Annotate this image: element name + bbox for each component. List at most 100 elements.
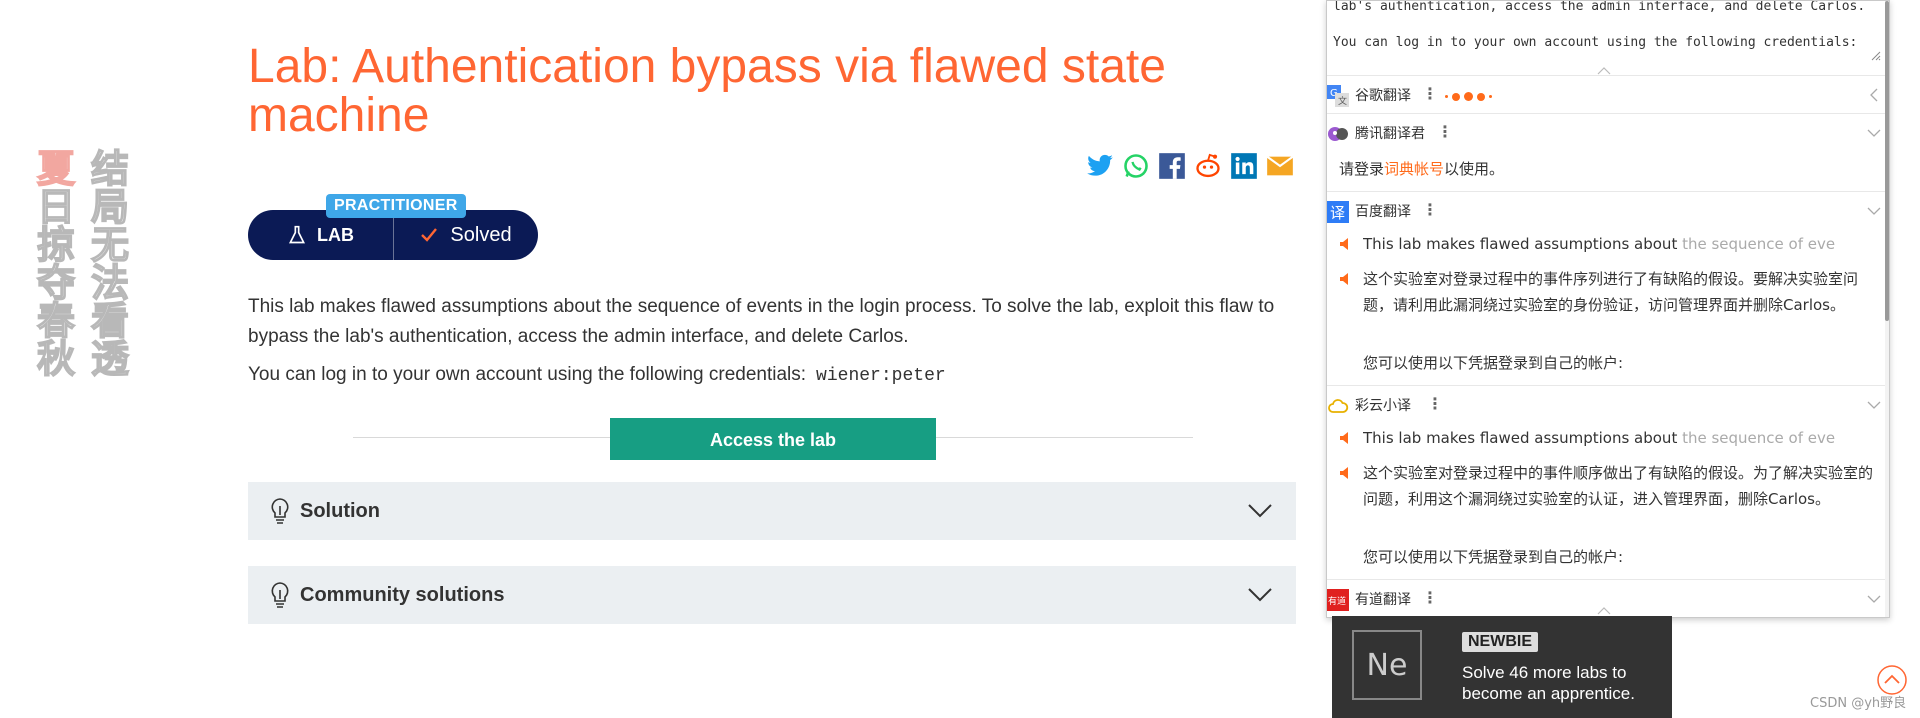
tencent-translate-icon bbox=[1328, 127, 1348, 141]
engine-tencent: 腾讯翻译君 ⋮ 请登录词典帐号以使用。 bbox=[1327, 113, 1887, 192]
svg-text:文: 文 bbox=[1338, 95, 1347, 107]
chinese-translation: 这个实验室对登录过程中的事件序列进行了有缺陷的假设。要解决实验室问题，请利用此漏… bbox=[1363, 270, 1859, 314]
level-tile: Ne bbox=[1352, 630, 1422, 700]
english-text: This lab makes flawed assumptions about bbox=[1363, 235, 1683, 253]
loading-indicator bbox=[1445, 92, 1492, 101]
lab-badge-label: LAB bbox=[317, 224, 354, 245]
accordion-label: Solution bbox=[300, 499, 380, 522]
more-options-icon[interactable]: ⋮ bbox=[1422, 84, 1438, 103]
engine-name: 彩云小译 bbox=[1355, 398, 1411, 414]
english-text: This lab makes flawed assumptions about bbox=[1363, 429, 1683, 447]
progress-message: Solve 46 more labs to become an apprenti… bbox=[1462, 663, 1635, 703]
poem-char: 夺 bbox=[36, 261, 76, 305]
source-line: You can log in to your own account using… bbox=[1333, 35, 1858, 50]
svg-text:译: 译 bbox=[1330, 204, 1345, 222]
poem-char: 透 bbox=[90, 337, 130, 381]
poem-char: 春 bbox=[36, 299, 76, 343]
scrollbar-thumb[interactable] bbox=[1885, 1, 1889, 321]
engine-google: G文 谷歌翻译 ⋮ bbox=[1327, 75, 1887, 112]
resize-grip-icon[interactable] bbox=[1869, 49, 1881, 61]
engine-name: 百度翻译 bbox=[1355, 204, 1411, 220]
chinese-translation: 这个实验室对登录过程中的事件顺序做出了有缺陷的假设。为了解决实验室的问题，利用这… bbox=[1363, 464, 1874, 508]
poem-char: 局 bbox=[90, 185, 130, 229]
collapse-up-icon[interactable] bbox=[1597, 67, 1611, 75]
speaker-icon[interactable] bbox=[1339, 272, 1353, 286]
google-translate-icon: G文 bbox=[1327, 85, 1349, 107]
lightbulb-icon bbox=[271, 498, 289, 524]
collapse-up-icon[interactable] bbox=[1597, 607, 1611, 615]
poem-char: 结 bbox=[90, 147, 130, 191]
speaker-icon[interactable] bbox=[1339, 237, 1353, 251]
source-line: lab's authentication, access the admin i… bbox=[1333, 0, 1866, 14]
engine-name: 腾讯翻译君 bbox=[1355, 126, 1425, 142]
svg-text:有道: 有道 bbox=[1328, 595, 1346, 607]
whatsapp-icon[interactable] bbox=[1122, 152, 1150, 180]
login-suffix: 以使用。 bbox=[1444, 160, 1505, 178]
poem-right-column: 结 局 无 法 看 透 bbox=[90, 147, 130, 381]
login-prefix: 请登录 bbox=[1339, 160, 1385, 178]
community-solutions-accordion[interactable]: Community solutions bbox=[248, 566, 1296, 624]
chinese-translation-2: 您可以使用以下凭据登录到自己的帐户: bbox=[1363, 354, 1624, 372]
poem-char: 夏 bbox=[36, 147, 76, 191]
panel-scrollbar[interactable] bbox=[1885, 1, 1889, 617]
english-text-faded: the sequence of eve bbox=[1682, 429, 1836, 447]
scroll-to-top-icon[interactable] bbox=[1876, 664, 1908, 696]
login-prompt: 请登录词典帐号以使用。 bbox=[1339, 156, 1849, 182]
progress-card: Ne NEWBIE Solve 46 more labs to become a… bbox=[1332, 616, 1672, 718]
share-bar bbox=[1086, 152, 1294, 180]
chevron-down-icon[interactable] bbox=[1867, 204, 1881, 218]
solution-accordion[interactable]: Solution bbox=[248, 482, 1296, 540]
more-options-icon[interactable]: ⋮ bbox=[1422, 200, 1438, 219]
chevron-down-icon bbox=[1248, 588, 1272, 602]
engine-name: 有道翻译 bbox=[1355, 592, 1411, 608]
english-source: This lab makes flawed assumptions about … bbox=[1363, 425, 1873, 451]
speaker-icon[interactable] bbox=[1339, 431, 1353, 445]
engine-caiyun: 彩云小译 ⋮ This lab makes flawed assumptions… bbox=[1327, 385, 1887, 580]
more-options-icon[interactable]: ⋮ bbox=[1437, 122, 1453, 141]
facebook-icon[interactable] bbox=[1158, 152, 1186, 180]
credentials-label: You can log in to your own account using… bbox=[248, 364, 807, 385]
lab-description: This lab makes flawed assumptions about … bbox=[248, 296, 1275, 347]
poem-left-column: 夏 日 掠 夺 春 秋 bbox=[36, 147, 76, 381]
poem-char: 掠 bbox=[36, 223, 76, 267]
chevron-down-icon bbox=[1248, 504, 1272, 518]
poem-char: 看 bbox=[90, 299, 130, 343]
checkmark-icon bbox=[421, 228, 438, 242]
chevron-down-icon[interactable] bbox=[1867, 126, 1881, 140]
translation-panel: lab's authentication, access the admin i… bbox=[1326, 0, 1890, 618]
more-options-icon[interactable]: ⋮ bbox=[1422, 588, 1438, 607]
credentials-value: wiener:peter bbox=[816, 366, 946, 386]
engine-name: 谷歌翻译 bbox=[1355, 88, 1411, 104]
reddit-icon[interactable] bbox=[1194, 152, 1222, 180]
chinese-translation-2: 您可以使用以下凭据登录到自己的帐户: bbox=[1363, 548, 1624, 566]
email-icon[interactable] bbox=[1266, 152, 1294, 180]
more-options-icon[interactable]: ⋮ bbox=[1427, 394, 1443, 413]
poem-char: 日 bbox=[36, 185, 76, 229]
poem-char: 秋 bbox=[36, 337, 76, 381]
chevron-down-icon[interactable] bbox=[1867, 398, 1881, 412]
linkedin-icon[interactable] bbox=[1230, 152, 1258, 180]
flask-icon bbox=[288, 225, 306, 244]
credentials-line: You can log in to your own account using… bbox=[248, 364, 946, 386]
youdao-translate-icon: 有道 bbox=[1327, 589, 1349, 611]
engine-baidu: 译 百度翻译 ⋮ This lab makes flawed assumptio… bbox=[1327, 191, 1887, 386]
dictionary-account-link[interactable]: 词典帐号 bbox=[1384, 160, 1444, 178]
twitter-icon[interactable] bbox=[1086, 152, 1114, 180]
poem-char: 无 bbox=[90, 223, 130, 267]
english-source: This lab makes flawed assumptions about … bbox=[1363, 231, 1873, 257]
chevron-left-icon[interactable] bbox=[1867, 88, 1881, 102]
level-badge: PRACTITIONER bbox=[326, 194, 466, 218]
baidu-translate-icon: 译 bbox=[1327, 201, 1349, 223]
english-text-faded: the sequence of eve bbox=[1682, 235, 1836, 253]
chevron-down-icon[interactable] bbox=[1867, 592, 1881, 606]
poem-char: 法 bbox=[90, 261, 130, 305]
speaker-icon[interactable] bbox=[1339, 466, 1353, 480]
lightbulb-icon bbox=[271, 582, 289, 608]
lab-title: Lab: Authentication bypass via flawed st… bbox=[248, 40, 1166, 142]
accordion-label: Community solutions bbox=[300, 583, 505, 606]
level-tag: NEWBIE bbox=[1462, 632, 1538, 652]
solved-status: Solved bbox=[394, 224, 538, 247]
access-lab-button[interactable]: Access the lab bbox=[610, 418, 936, 460]
caiyun-cloud-icon bbox=[1328, 399, 1349, 413]
source-text-box[interactable]: lab's authentication, access the admin i… bbox=[1327, 1, 1887, 65]
